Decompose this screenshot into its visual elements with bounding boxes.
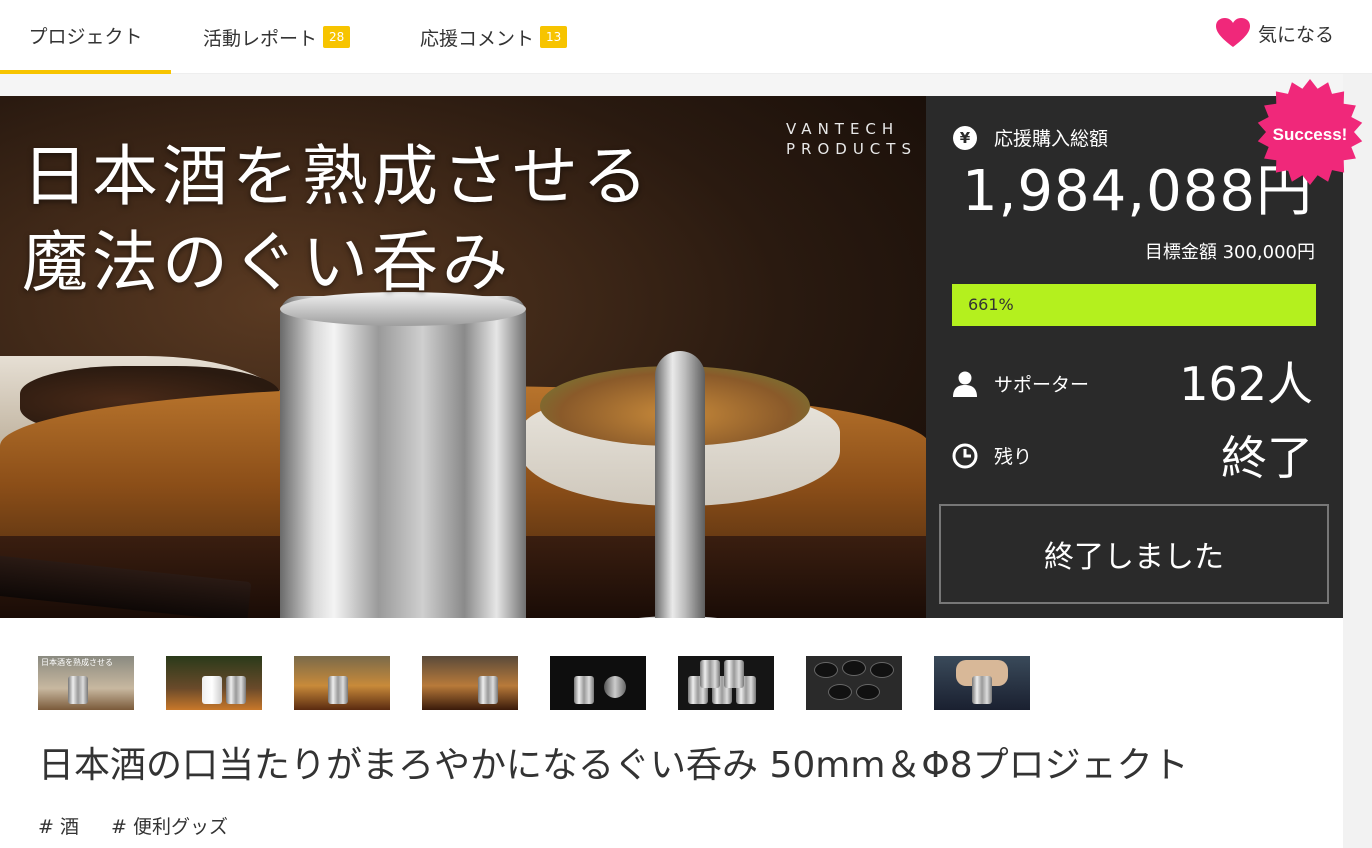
- svg-text:¥: ¥: [960, 129, 971, 147]
- tag-list: # 酒 # 便利グッズ: [38, 812, 254, 839]
- count-badge: 13: [540, 26, 568, 48]
- amount-label-row: ¥ 応援購入総額: [952, 124, 1108, 151]
- thumbnail-4[interactable]: [422, 656, 518, 710]
- thumbnail-lid-shape: [856, 684, 880, 700]
- supporters-label-row: サポーター: [952, 370, 1089, 397]
- thumbnail-lid-shape: [870, 662, 894, 678]
- divider: [0, 74, 1372, 96]
- stand-rod-shape: [655, 351, 705, 618]
- cup-shape: [280, 296, 526, 618]
- thumbnail-7[interactable]: [806, 656, 902, 710]
- scroll-gutter: [1343, 74, 1372, 848]
- amount-label: 応援購入総額: [994, 128, 1109, 150]
- tag-link[interactable]: # 便利グッズ: [111, 816, 228, 838]
- count-badge: 28: [323, 26, 351, 48]
- hero-headline-line: 日本酒を熟成させる: [22, 138, 652, 215]
- tab-activity-report[interactable]: 活動レポート 28: [203, 0, 351, 74]
- supporters-count: 162人: [1179, 357, 1313, 411]
- thumbnail-8[interactable]: [934, 656, 1030, 710]
- tab-label: 応援コメント: [420, 27, 535, 50]
- thumbnail-lid-shape: [604, 676, 626, 698]
- remaining-label: 残り: [994, 446, 1033, 468]
- person-icon: [952, 371, 978, 397]
- project-title: 日本酒の口当たりがまろやかになるぐい呑み 50mm＆Φ8プロジェクト: [38, 745, 1189, 786]
- thumbnail-cup-shape: [68, 676, 88, 704]
- thumbnail-cup-shape: [328, 676, 348, 704]
- goal-amount: 目標金額 300,000円: [1144, 242, 1315, 263]
- yen-icon: ¥: [952, 125, 978, 151]
- tab-label: 活動レポート: [203, 27, 318, 50]
- success-badge: Success!: [1257, 79, 1363, 185]
- remaining-value: 終了: [1221, 431, 1313, 485]
- progress-percent: 661%: [968, 295, 1014, 314]
- thumbnail-cup-shape: [972, 676, 992, 704]
- tab-label: プロジェクト: [28, 25, 143, 48]
- thumbnail-lid-shape: [814, 662, 838, 678]
- hero-headline-line: 魔法のぐい呑み: [22, 224, 512, 301]
- progress-bar: 661%: [952, 284, 1316, 326]
- thumbnail-6[interactable]: [678, 656, 774, 710]
- thumbnail-bottle-shape: [202, 676, 222, 704]
- thumbnail-cup-shape: [724, 660, 744, 688]
- thumbnail-2[interactable]: [166, 656, 262, 710]
- supporters-label: サポーター: [994, 374, 1090, 396]
- favorite-button[interactable]: 気になる: [1215, 18, 1334, 48]
- tag-link[interactable]: # 酒: [38, 816, 79, 838]
- thumbnail-cup-shape: [574, 676, 594, 704]
- brand-logo: VANTECH PRODUCTS: [786, 119, 917, 159]
- clock-icon: [952, 443, 978, 469]
- hero-image[interactable]: 日本酒を熟成させる 魔法のぐい呑み VANTECH PRODUCTS: [0, 96, 926, 618]
- ended-button[interactable]: 終了しました: [939, 504, 1329, 604]
- favorite-label: 気になる: [1257, 23, 1334, 46]
- thumbnail-cup-shape: [226, 676, 246, 704]
- thumbnail-1[interactable]: 日本酒を熟成させる: [38, 656, 134, 710]
- hero-headline: 日本酒を熟成させる 魔法のぐい呑み: [22, 134, 652, 306]
- thumbnail-cup-shape: [700, 660, 720, 688]
- thumbnail-caption: 日本酒を熟成させる: [41, 658, 113, 667]
- thumbnail-lid-shape: [842, 660, 866, 676]
- tab-bar: プロジェクト 活動レポート 28 応援コメント 13 気になる: [0, 0, 1372, 74]
- thumbnail-5[interactable]: [550, 656, 646, 710]
- thumbnail-lid-shape: [828, 684, 852, 700]
- tab-project[interactable]: プロジェクト: [0, 0, 171, 74]
- success-badge-text: Success!: [1273, 125, 1348, 144]
- thumbnail-3[interactable]: [294, 656, 390, 710]
- brand-line: VANTECH: [786, 120, 900, 138]
- tab-comments[interactable]: 応援コメント 13: [420, 0, 568, 74]
- remaining-label-row: 残り: [952, 442, 1032, 469]
- thumbnail-cup-shape: [478, 676, 498, 704]
- heart-icon: [1215, 18, 1250, 47]
- brand-line: PRODUCTS: [786, 140, 917, 158]
